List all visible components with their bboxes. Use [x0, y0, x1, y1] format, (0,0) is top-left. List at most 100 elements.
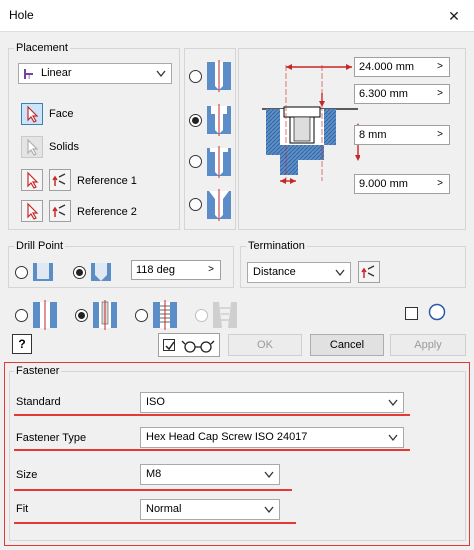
- fastener-type-select[interactable]: Hex Head Cap Screw ISO 24017: [140, 427, 404, 448]
- hole-type-counterbore-radio[interactable]: [189, 114, 202, 127]
- clearance-hole-icon: [93, 300, 117, 330]
- chevron-down-icon: [388, 434, 398, 442]
- close-button[interactable]: ✕: [442, 4, 466, 28]
- select-arrow-icon: [27, 138, 39, 156]
- glasses-icon: [181, 340, 215, 353]
- drill-point-label: Drill Point: [14, 240, 66, 252]
- expand-arrow-icon[interactable]: >: [432, 127, 448, 143]
- placement-group-label: Placement: [14, 42, 70, 54]
- tapped-hole-radio[interactable]: [135, 309, 148, 322]
- reference2-flip-button[interactable]: [49, 200, 71, 222]
- clearance-hole-radio[interactable]: [75, 309, 88, 322]
- countersink-hole-icon: [207, 189, 231, 221]
- preview-toggle[interactable]: [158, 333, 220, 357]
- size-underline: [14, 489, 292, 491]
- termination-label: Termination: [246, 240, 307, 252]
- hole-type-spotface-radio[interactable]: [189, 155, 202, 168]
- size-value: M8: [146, 468, 162, 480]
- angle-drill-point-radio[interactable]: [73, 266, 86, 279]
- select-arrow-icon: [27, 202, 39, 220]
- chevron-down-icon: [156, 70, 166, 78]
- fit-value: Normal: [146, 503, 182, 515]
- placement-method-select[interactable]: I Linear: [18, 63, 172, 84]
- placement-method-value: Linear: [41, 67, 72, 79]
- flat-drill-point-icon: [33, 263, 53, 281]
- expand-arrow-icon[interactable]: >: [203, 262, 219, 278]
- spotface-hole-icon: [207, 146, 231, 178]
- hole-diameter-value[interactable]: 9.000 mm >: [354, 174, 450, 194]
- expand-arrow-icon[interactable]: >: [432, 176, 448, 192]
- solids-label: Solids: [49, 141, 79, 153]
- fastener-type-underline: [14, 449, 410, 451]
- termination-flip-button[interactable]: [358, 261, 380, 283]
- reference1-select-button[interactable]: [21, 169, 43, 191]
- drill-angle-value[interactable]: 118 deg >: [131, 260, 221, 280]
- hole-diameter-text: 9.000 mm: [359, 178, 408, 190]
- counterbore-depth-value[interactable]: 6.300 mm >: [354, 84, 450, 104]
- standard-label: Standard: [16, 396, 61, 408]
- chevron-down-icon: [264, 471, 274, 479]
- hole-type-countersink-radio[interactable]: [189, 198, 202, 211]
- reference1-label: Reference 1: [77, 175, 137, 187]
- simple-hole-radio[interactable]: [15, 309, 28, 322]
- drilled-hole-icon: [207, 60, 231, 92]
- checkmark-icon: [165, 341, 175, 351]
- size-label: Size: [16, 469, 38, 481]
- face-label: Face: [49, 108, 74, 120]
- standard-underline: [14, 414, 410, 416]
- chevron-down-icon: [335, 269, 345, 277]
- termination-value: Distance: [253, 266, 296, 278]
- close-icon: ✕: [448, 8, 460, 24]
- hole-type-drilled-radio[interactable]: [189, 70, 202, 83]
- expand-arrow-icon[interactable]: >: [432, 59, 448, 75]
- compass-icon[interactable]: [428, 303, 446, 321]
- counterbore-hole-icon: [207, 104, 231, 136]
- infer-imatic-checkbox[interactable]: [405, 307, 418, 320]
- fit-label: Fit: [16, 503, 29, 515]
- reference1-flip-button[interactable]: [49, 169, 71, 191]
- fastener-type-value: Hex Head Cap Screw ISO 24017: [146, 431, 308, 443]
- fit-select[interactable]: Normal: [140, 499, 280, 520]
- apply-button[interactable]: Apply: [390, 334, 466, 356]
- help-icon: ?: [18, 337, 26, 351]
- ok-button[interactable]: OK: [228, 334, 302, 356]
- flip-direction-icon: [52, 173, 66, 186]
- size-select[interactable]: M8: [140, 464, 280, 485]
- fit-underline: [14, 522, 296, 524]
- angled-drill-point-icon: [91, 263, 111, 281]
- chevron-down-icon: [264, 506, 274, 514]
- counterbore-depth-text: 6.300 mm: [359, 88, 408, 100]
- taper-tapped-hole-radio: [195, 309, 208, 322]
- depth-value-text: 24.000 mm: [359, 61, 415, 73]
- standard-select[interactable]: ISO: [140, 392, 404, 413]
- linear-placement-icon: I: [24, 69, 33, 81]
- flip-direction-icon: [52, 204, 66, 217]
- reference2-label: Reference 2: [77, 206, 137, 218]
- chevron-down-icon: [388, 399, 398, 407]
- flat-drill-point-radio[interactable]: [15, 266, 28, 279]
- cancel-button[interactable]: Cancel: [310, 334, 384, 356]
- select-arrow-icon: [27, 171, 39, 189]
- thread-size-value[interactable]: 8 mm >: [354, 125, 450, 145]
- svg-text:I: I: [28, 72, 30, 81]
- title-bar: [0, 0, 474, 32]
- select-arrow-icon: [27, 105, 39, 123]
- drill-angle-text: 118 deg: [136, 264, 175, 276]
- reference2-select-button[interactable]: [21, 200, 43, 222]
- window-title: Hole: [9, 8, 34, 22]
- preview-checkbox[interactable]: [163, 339, 175, 351]
- flip-direction-icon: [361, 265, 375, 278]
- tapped-hole-icon: [153, 300, 177, 330]
- expand-arrow-icon[interactable]: >: [432, 86, 448, 102]
- solids-select-button: [21, 136, 43, 158]
- thread-size-text: 8 mm: [359, 129, 387, 141]
- fastener-group-label: Fastener: [14, 365, 62, 377]
- standard-value: ISO: [146, 396, 165, 408]
- depth-value[interactable]: 24.000 mm >: [354, 57, 450, 77]
- termination-select[interactable]: Distance: [247, 262, 351, 283]
- simple-hole-icon: [33, 300, 57, 330]
- taper-tapped-hole-icon: [213, 302, 237, 328]
- help-button[interactable]: ?: [12, 334, 32, 354]
- fastener-type-label: Fastener Type: [16, 432, 87, 444]
- face-select-button[interactable]: [21, 103, 43, 125]
